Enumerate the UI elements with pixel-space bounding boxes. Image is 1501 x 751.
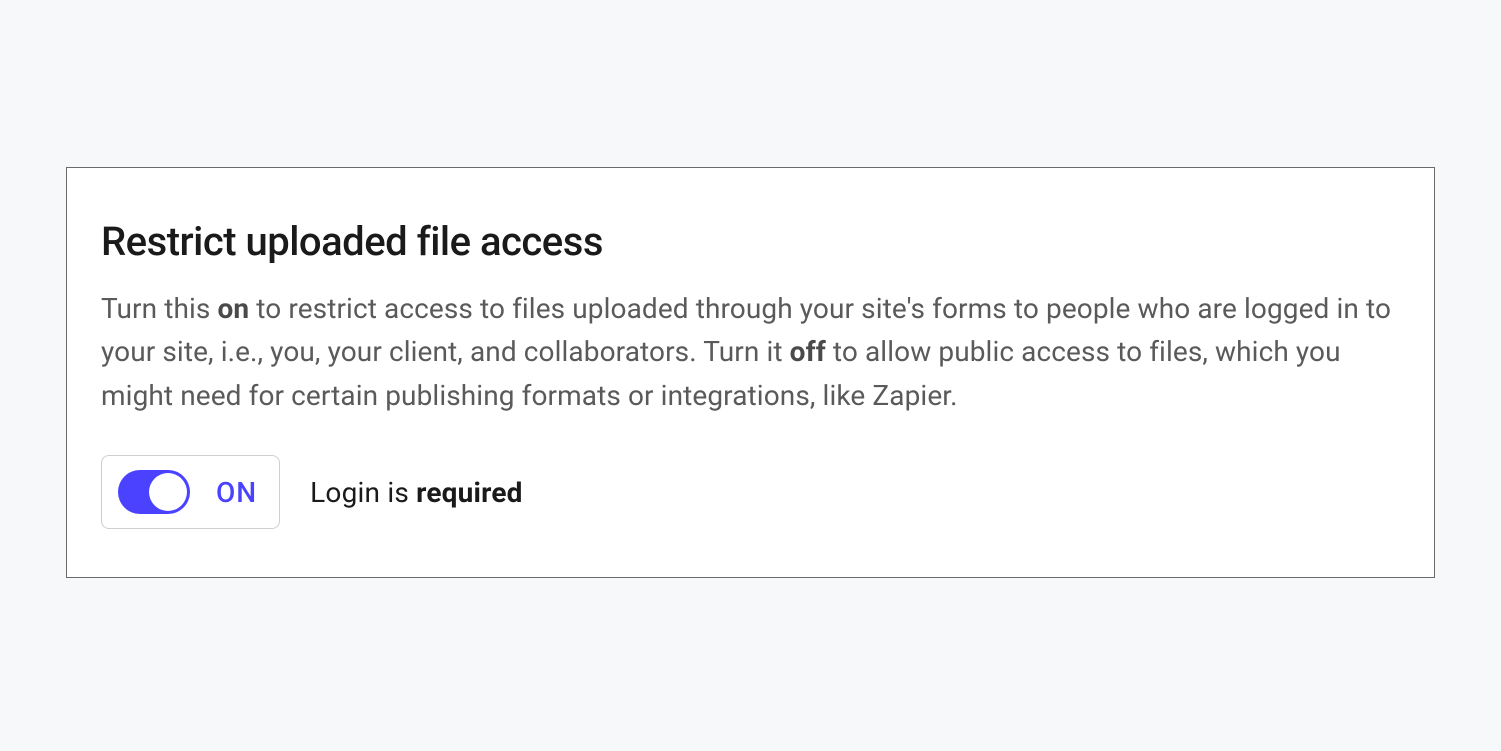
description-bold-on: on	[218, 292, 250, 325]
description-bold-off: off	[790, 335, 826, 368]
toggle-switch-icon	[118, 470, 190, 514]
panel-title: Restrict uploaded file access	[101, 218, 1400, 265]
toggle-state-label: ON	[216, 476, 257, 509]
status-value: required	[416, 476, 522, 509]
restrict-file-access-panel: Restrict uploaded file access Turn this …	[66, 167, 1435, 578]
toggle-knob	[149, 473, 187, 511]
panel-description: Turn this on to restrict access to files…	[101, 287, 1400, 417]
toggle-row: ON Login is required	[101, 455, 1400, 529]
description-text-1: Turn this	[101, 292, 218, 325]
login-status-text: Login is required	[310, 476, 522, 509]
restrict-access-toggle[interactable]: ON	[101, 455, 280, 529]
status-prefix: Login is	[310, 476, 416, 509]
